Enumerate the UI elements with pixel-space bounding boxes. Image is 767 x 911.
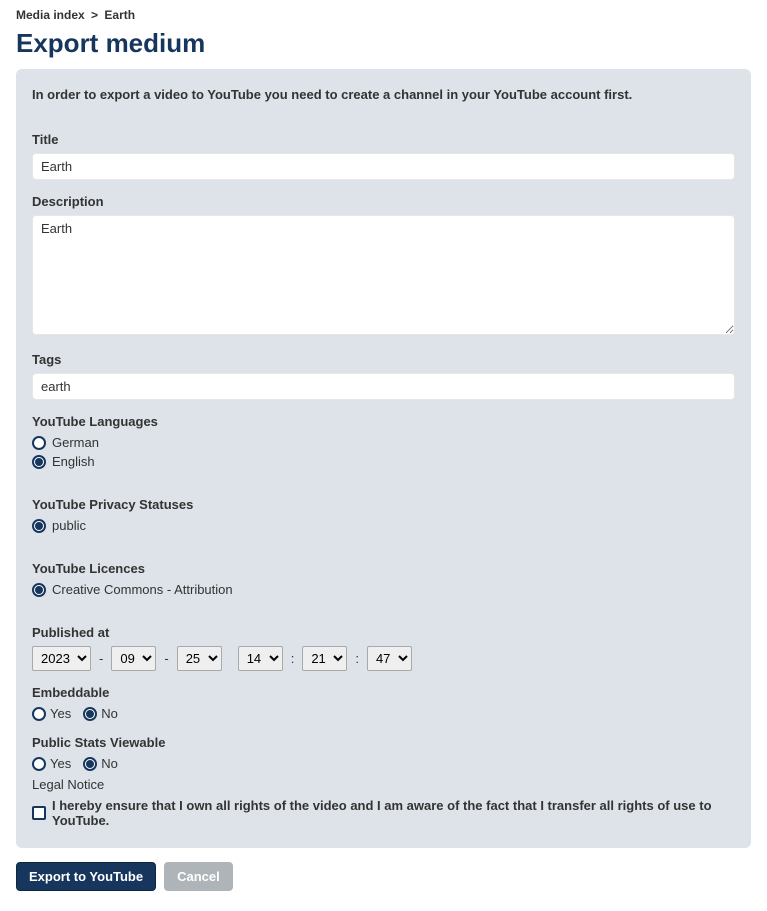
embeddable-yes-radio[interactable] [32, 707, 46, 721]
published-day-select[interactable]: 25 [177, 646, 222, 671]
description-textarea[interactable]: Earth [32, 215, 735, 335]
public-stats-yes-label[interactable]: Yes [50, 756, 71, 771]
breadcrumb-separator: > [88, 8, 101, 22]
export-button[interactable]: Export to YouTube [16, 862, 156, 891]
language-english-label[interactable]: English [52, 454, 95, 469]
tags-input[interactable] [32, 373, 735, 400]
youtube-channel-notice: In order to export a video to YouTube yo… [32, 87, 735, 102]
breadcrumb-root-link[interactable]: Media index [16, 8, 85, 22]
licence-cc-radio[interactable] [32, 583, 46, 597]
language-english-radio[interactable] [32, 455, 46, 469]
cancel-button[interactable]: Cancel [164, 862, 233, 891]
published-second-select[interactable]: 47 [367, 646, 412, 671]
published-year-select[interactable]: 2023 [32, 646, 91, 671]
youtube-licences-label: YouTube Licences [32, 561, 735, 576]
breadcrumb-current-link[interactable]: Earth [104, 8, 135, 22]
language-german-label[interactable]: German [52, 435, 99, 450]
embeddable-no-label[interactable]: No [101, 706, 118, 721]
public-stats-yes-radio[interactable] [32, 757, 46, 771]
embeddable-yes-label[interactable]: Yes [50, 706, 71, 721]
description-label: Description [32, 194, 735, 209]
legal-notice-text[interactable]: I hereby ensure that I own all rights of… [52, 798, 735, 828]
published-hour-select[interactable]: 14 [238, 646, 283, 671]
form-panel: In order to export a video to YouTube yo… [16, 69, 751, 848]
public-stats-no-label[interactable]: No [101, 756, 118, 771]
legal-notice-checkbox[interactable] [32, 806, 46, 820]
time-sep-1: : [289, 651, 297, 666]
date-sep-1: - [97, 651, 105, 666]
date-sep-2: - [162, 651, 170, 666]
public-stats-no-radio[interactable] [83, 757, 97, 771]
privacy-public-label[interactable]: public [52, 518, 86, 533]
privacy-public-radio[interactable] [32, 519, 46, 533]
title-input[interactable] [32, 153, 735, 180]
published-minute-select[interactable]: 21 [302, 646, 347, 671]
tags-label: Tags [32, 352, 735, 367]
breadcrumb: Media index > Earth [16, 0, 751, 28]
title-label: Title [32, 132, 735, 147]
page-title: Export medium [16, 28, 751, 59]
legal-notice-label: Legal Notice [32, 777, 735, 792]
embeddable-label: Embeddable [32, 685, 735, 700]
licence-cc-label[interactable]: Creative Commons - Attribution [52, 582, 233, 597]
published-month-select[interactable]: 09 [111, 646, 156, 671]
youtube-languages-label: YouTube Languages [32, 414, 735, 429]
time-sep-2: : [353, 651, 361, 666]
embeddable-no-radio[interactable] [83, 707, 97, 721]
form-actions: Export to YouTube Cancel [16, 862, 751, 891]
youtube-privacy-label: YouTube Privacy Statuses [32, 497, 735, 512]
public-stats-label: Public Stats Viewable [32, 735, 735, 750]
published-at-label: Published at [32, 625, 735, 640]
language-german-radio[interactable] [32, 436, 46, 450]
